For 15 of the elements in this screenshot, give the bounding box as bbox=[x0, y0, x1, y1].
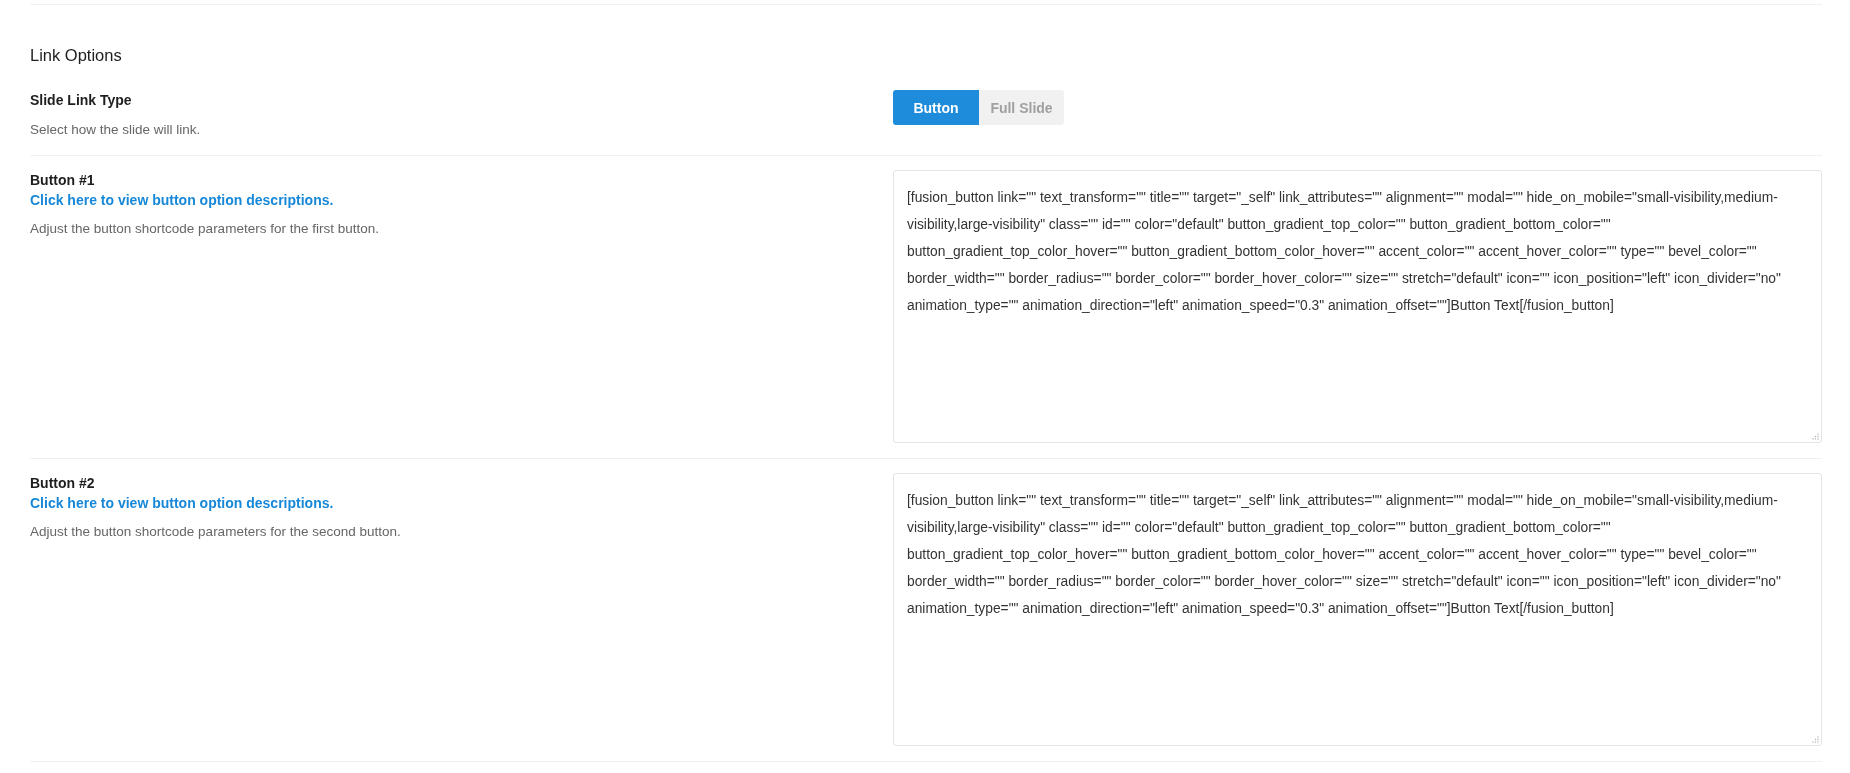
link-type-option[interactable]: Full Slide bbox=[979, 90, 1064, 125]
link-type-option[interactable]: Button bbox=[893, 90, 979, 125]
section-title: Link Options bbox=[30, 45, 122, 65]
option-descriptions-link[interactable]: Click here to view button option descriptions. bbox=[30, 493, 334, 513]
option-label: Button #2 bbox=[30, 474, 95, 493]
resize-grip-icon[interactable] bbox=[1812, 433, 1819, 440]
resize-grip-icon[interactable] bbox=[1812, 736, 1819, 743]
shortcode-textarea[interactable]: [fusion_button link="" text_transform="" title="" target="_self" link_attributes="" alignment="" modal="" hide_on_mobile="small-visibility,medium-visibility,large-visibility" class="" id="" color="default" button_gradient_top_color="" button_gradient_bottom_color="" button_gradient_top_color_hover="" button_gradient_bottom_color_hover="" accent_color="" accent_hover_color="" type="" bevel_color="" border_width="" border_radius="" border_color="" border_hover_color="" size="" stretch="default" icon="" icon_position="left" icon_divider="no" animation_type="" animation_direction="left" animation_speed="0.3" animation_offset=""]Button Text[/fusion_button] bbox=[893, 170, 1822, 443]
option-descriptions-link[interactable]: Click here to view button option descriptions. bbox=[30, 190, 334, 210]
option-label: Button #1 bbox=[30, 171, 95, 190]
option-description: Adjust the button shortcode parameters for the second button. bbox=[30, 523, 401, 541]
option-description: Adjust the button shortcode parameters for the first button. bbox=[30, 220, 379, 238]
option-description: Select how the slide will link. bbox=[30, 121, 201, 139]
shortcode-textarea[interactable]: [fusion_button link="" text_transform="" title="" target="_self" link_attributes="" alignment="" modal="" hide_on_mobile="small-visibility,medium-visibility,large-visibility" class="" id="" color="default" button_gradient_top_color="" button_gradient_bottom_color="" button_gradient_top_color_hover="" button_gradient_bottom_color_hover="" accent_color="" accent_hover_color="" type="" bevel_color="" border_width="" border_radius="" border_color="" border_hover_color="" size="" stretch="default" icon="" icon_position="left" icon_divider="no" animation_type="" animation_direction="left" animation_speed="0.3" animation_offset=""]Button Text[/fusion_button] bbox=[893, 473, 1822, 746]
option-label: Slide Link Type bbox=[30, 91, 132, 110]
